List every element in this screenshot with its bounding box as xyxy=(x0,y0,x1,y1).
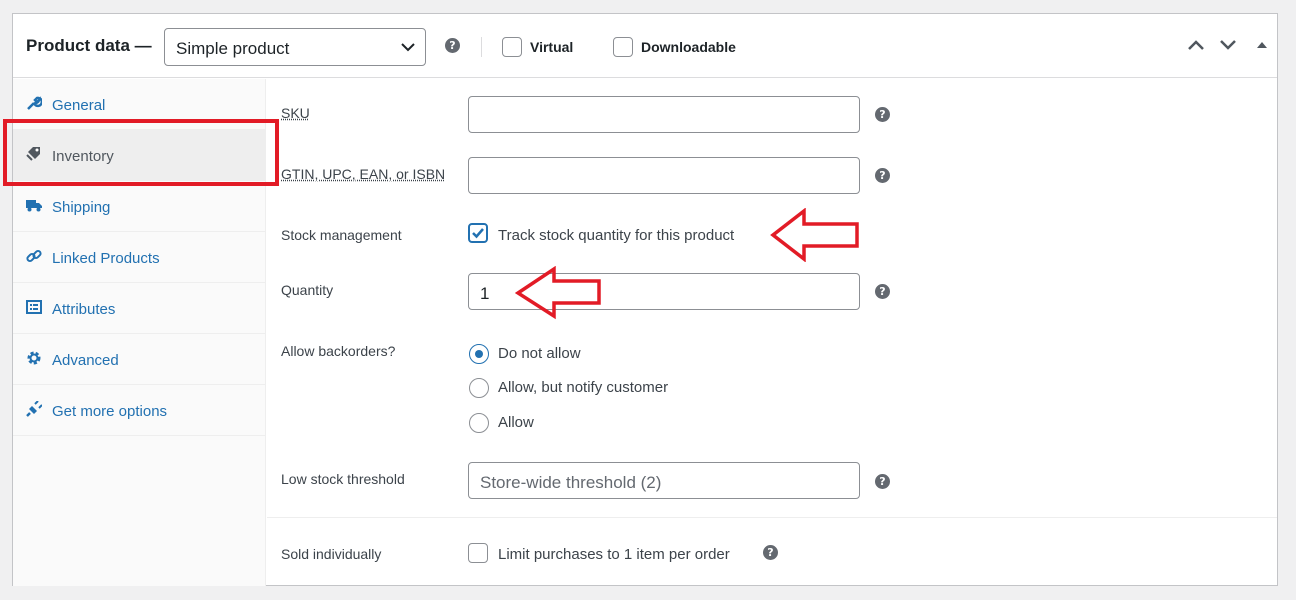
low-stock-placeholder: Store-wide threshold (2) xyxy=(480,473,662,492)
product-type-value: Simple product xyxy=(176,39,290,58)
wrench-icon xyxy=(27,96,42,110)
backorder-radio-do-not-allow[interactable] xyxy=(469,344,489,364)
sold-individually-checkbox[interactable] xyxy=(468,543,488,563)
list-icon xyxy=(26,300,42,314)
low-stock-label: Low stock threshold xyxy=(281,471,405,487)
annotation-arrow-icon xyxy=(770,208,859,262)
gtin-input[interactable] xyxy=(468,157,860,194)
annotation-highlight-box xyxy=(3,119,279,186)
gtin-label: GTIN, UPC, EAN, or ISBN xyxy=(281,166,446,182)
tab-label: Linked Products xyxy=(52,250,160,267)
backorders-label: Allow backorders? xyxy=(281,343,396,359)
backorder-option-label: Do not allow xyxy=(498,345,581,362)
annotation-arrow-icon xyxy=(515,266,601,320)
move-up-icon[interactable] xyxy=(1187,38,1205,52)
backorder-option-label: Allow, but notify customer xyxy=(498,379,669,396)
help-icon[interactable]: ? xyxy=(875,284,890,299)
panel-header: Product data — Simple product ? Virtual … xyxy=(13,14,1277,78)
help-icon[interactable]: ? xyxy=(763,545,778,560)
tab-shipping[interactable]: Shipping xyxy=(13,181,266,232)
backorder-option-label: Allow xyxy=(498,414,534,431)
tab-label: Shipping xyxy=(52,199,111,216)
quantity-label: Quantity xyxy=(281,282,334,298)
link-icon xyxy=(26,249,42,263)
collapse-toggle-icon[interactable] xyxy=(1256,40,1268,50)
panel-title: Product data — xyxy=(26,36,152,55)
help-icon[interactable]: ? xyxy=(445,38,460,53)
sold-individually-label: Sold individually xyxy=(281,546,382,562)
downloadable-label: Downloadable xyxy=(641,39,736,55)
tab-label: Advanced xyxy=(52,352,119,369)
stock-management-label: Stock management xyxy=(281,227,402,243)
tab-label: General xyxy=(52,97,106,114)
low-stock-input[interactable]: Store-wide threshold (2) xyxy=(468,462,860,499)
plug-icon xyxy=(26,401,42,417)
tab-label: Get more options xyxy=(52,403,168,420)
checkmark-icon xyxy=(472,228,484,239)
help-icon[interactable]: ? xyxy=(875,107,890,122)
tab-advanced[interactable]: Advanced xyxy=(13,334,266,385)
tab-linked-products[interactable]: Linked Products xyxy=(13,232,266,283)
chevron-down-icon xyxy=(401,43,415,52)
quantity-value: 1 xyxy=(480,284,490,303)
sku-label: SKU xyxy=(281,105,310,121)
header-divider xyxy=(481,37,482,57)
product-data-panel: Product data — Simple product ? Virtual … xyxy=(12,13,1278,586)
gear-icon xyxy=(27,351,41,365)
truck-icon xyxy=(26,200,42,212)
backorder-radio-notify[interactable] xyxy=(469,378,489,398)
tab-get-more-options[interactable]: Get more options xyxy=(13,385,266,436)
sku-input[interactable] xyxy=(468,96,860,133)
track-stock-label: Track stock quantity for this product xyxy=(498,227,735,244)
backorder-radio-allow[interactable] xyxy=(469,413,489,433)
tab-label: Attributes xyxy=(52,301,116,318)
move-down-icon[interactable] xyxy=(1219,38,1237,52)
product-type-select[interactable]: Simple product xyxy=(164,28,426,66)
downloadable-checkbox[interactable] xyxy=(613,37,633,57)
help-icon[interactable]: ? xyxy=(875,168,890,183)
help-icon[interactable]: ? xyxy=(875,474,890,489)
sold-individually-checkbox-label: Limit purchases to 1 item per order xyxy=(498,546,730,563)
section-divider xyxy=(267,517,1277,518)
track-stock-checkbox[interactable] xyxy=(468,223,488,243)
virtual-label: Virtual xyxy=(530,39,574,55)
tab-attributes[interactable]: Attributes xyxy=(13,283,266,334)
virtual-checkbox[interactable] xyxy=(502,37,522,57)
